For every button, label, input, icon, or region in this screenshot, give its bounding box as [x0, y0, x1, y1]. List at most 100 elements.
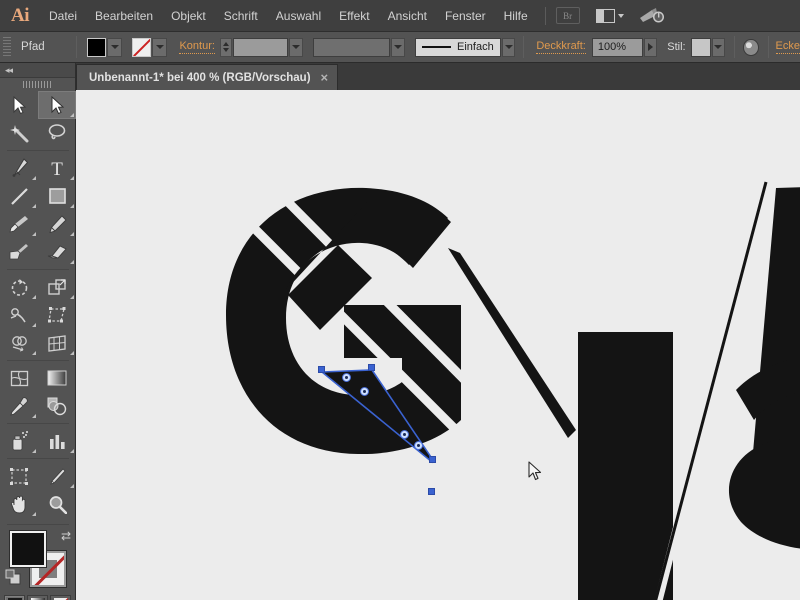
tool-flyout-indicator: [70, 113, 74, 117]
menu-item-hilfe[interactable]: Hilfe: [495, 0, 537, 32]
chevron-down-icon: [617, 13, 624, 18]
menu-item-objekt[interactable]: Objekt: [162, 0, 215, 32]
menu-item-datei[interactable]: Datei: [40, 0, 86, 32]
pencil-tool[interactable]: [38, 210, 76, 238]
line-segment-tool[interactable]: [0, 182, 38, 210]
menu-item-fenster[interactable]: Fenster: [436, 0, 495, 32]
menu-item-effekt[interactable]: Effekt: [330, 0, 378, 32]
fill-dropdown-button[interactable]: [107, 37, 123, 57]
stroke-weight-dropdown-button[interactable]: [289, 37, 304, 57]
eyedropper-tool[interactable]: [0, 392, 38, 420]
tool-flyout-indicator: [70, 351, 74, 355]
cs-live-services-icon[interactable]: [638, 6, 666, 26]
fill-stroke-controls: ⇄: [0, 529, 76, 591]
toolbar-fill-swatch[interactable]: [9, 530, 47, 568]
rectangle-tool[interactable]: [38, 182, 76, 210]
stroke-style-dropdown-button[interactable]: [501, 37, 516, 57]
stroke-style-field[interactable]: Einfach: [414, 37, 501, 57]
stroke-dropdown-button[interactable]: [152, 37, 168, 57]
zoom-tool[interactable]: [38, 490, 76, 518]
menu-item-auswahl[interactable]: Auswahl: [267, 0, 330, 32]
bridge-icon[interactable]: Br: [555, 7, 580, 24]
opacity-input[interactable]: 100%: [591, 37, 643, 57]
tool-flyout-indicator: [70, 449, 74, 453]
toolbar-divider: [7, 360, 69, 361]
opacity-label[interactable]: Deckkraft:: [536, 40, 586, 54]
magic-wand-tool[interactable]: [0, 119, 38, 147]
gradient-mode-button[interactable]: [27, 595, 48, 600]
blob-brush-tool[interactable]: [0, 238, 38, 266]
opacity-dropdown-button[interactable]: [643, 37, 658, 57]
scale-tool[interactable]: [38, 273, 76, 301]
toolbar-divider: [6, 524, 69, 525]
smooth-point[interactable]: [400, 430, 409, 439]
tools-panel: ◂◂ T ⇄: [0, 63, 76, 600]
control-bar-grip[interactable]: [3, 37, 12, 57]
selection-tool[interactable]: [0, 91, 38, 119]
eraser-tool[interactable]: [38, 238, 76, 266]
anchor-point[interactable]: [429, 456, 436, 463]
hand-tool[interactable]: [0, 490, 38, 518]
graphic-style-swatch[interactable]: [690, 37, 711, 57]
stroke-weight-label[interactable]: Kontur:: [179, 40, 215, 54]
document-canvas[interactable]: [76, 90, 800, 600]
stroke-weight-stepper[interactable]: [219, 37, 232, 57]
smooth-point[interactable]: [360, 387, 369, 396]
app-logo-icon: Ai: [11, 4, 30, 26]
stroke-profile-input[interactable]: [313, 37, 391, 57]
tools-grid: T: [0, 91, 76, 518]
color-mode-button[interactable]: [4, 595, 25, 600]
symbol-sprayer-tool[interactable]: [0, 427, 38, 455]
artboard-tool[interactable]: [0, 462, 38, 490]
none-mode-button[interactable]: [50, 595, 71, 600]
tool-flyout-indicator: [70, 260, 74, 264]
menu-item-schrift[interactable]: Schrift: [215, 0, 267, 32]
rotate-tool[interactable]: [0, 273, 38, 301]
smooth-point[interactable]: [414, 441, 423, 450]
corner-label[interactable]: Ecke: [775, 40, 800, 54]
slice-tool[interactable]: [38, 462, 76, 490]
swap-fill-stroke-icon[interactable]: ⇄: [61, 529, 71, 543]
column-graph-tool[interactable]: [38, 427, 76, 455]
tool-flyout-indicator: [32, 351, 36, 355]
stroke-control[interactable]: [132, 37, 168, 57]
free-transform-tool[interactable]: [38, 301, 76, 329]
menu-item-bearbeiten[interactable]: Bearbeiten: [86, 0, 162, 32]
selected-path[interactable]: [76, 90, 800, 600]
direct-selection-tool[interactable]: [38, 91, 76, 119]
type-tool[interactable]: T: [38, 154, 76, 182]
menu-item-ansicht[interactable]: Ansicht: [379, 0, 436, 32]
collapse-panel-icon[interactable]: ◂◂: [5, 65, 13, 75]
tools-panel-header[interactable]: ◂◂: [0, 63, 75, 78]
document-tab-title: Unbenannt-1* bei 400 % (RGB/Vorschau): [89, 71, 311, 84]
default-fill-stroke-icon[interactable]: [5, 569, 21, 585]
menu-bar: Ai Datei Bearbeiten Objekt Schrift Auswa…: [0, 0, 800, 32]
anchor-point[interactable]: [318, 366, 325, 373]
toolbar-divider: [7, 423, 69, 424]
lasso-tool[interactable]: [38, 119, 76, 147]
blend-tool[interactable]: [38, 392, 76, 420]
graphic-style-dropdown-button[interactable]: [711, 37, 726, 57]
width-tool[interactable]: [0, 301, 38, 329]
tool-flyout-indicator: [32, 449, 36, 453]
fill-control[interactable]: [87, 37, 123, 57]
paintbrush-tool[interactable]: [0, 210, 38, 238]
stroke-profile-dropdown-button[interactable]: [391, 37, 405, 57]
stroke-weight-input[interactable]: [232, 37, 289, 57]
anchor-point[interactable]: [428, 488, 435, 495]
perspective-grid-tool[interactable]: [38, 329, 76, 357]
document-tab[interactable]: Unbenannt-1* bei 400 % (RGB/Vorschau) ×: [76, 64, 339, 90]
fill-swatch[interactable]: [87, 37, 107, 57]
anchor-point[interactable]: [368, 364, 375, 371]
gradient-tool[interactable]: [38, 364, 76, 392]
close-icon[interactable]: ×: [321, 71, 329, 84]
shape-builder-tool[interactable]: [0, 329, 38, 357]
mesh-tool[interactable]: [0, 364, 38, 392]
stroke-swatch-none-icon[interactable]: [132, 37, 152, 57]
stroke-style-label: Einfach: [457, 41, 494, 53]
smooth-point[interactable]: [342, 373, 351, 382]
recolor-artwork-icon[interactable]: [743, 38, 759, 56]
pen-tool[interactable]: [0, 154, 38, 182]
tools-panel-grip[interactable]: [0, 78, 75, 91]
arrange-documents-icon[interactable]: [595, 8, 624, 23]
